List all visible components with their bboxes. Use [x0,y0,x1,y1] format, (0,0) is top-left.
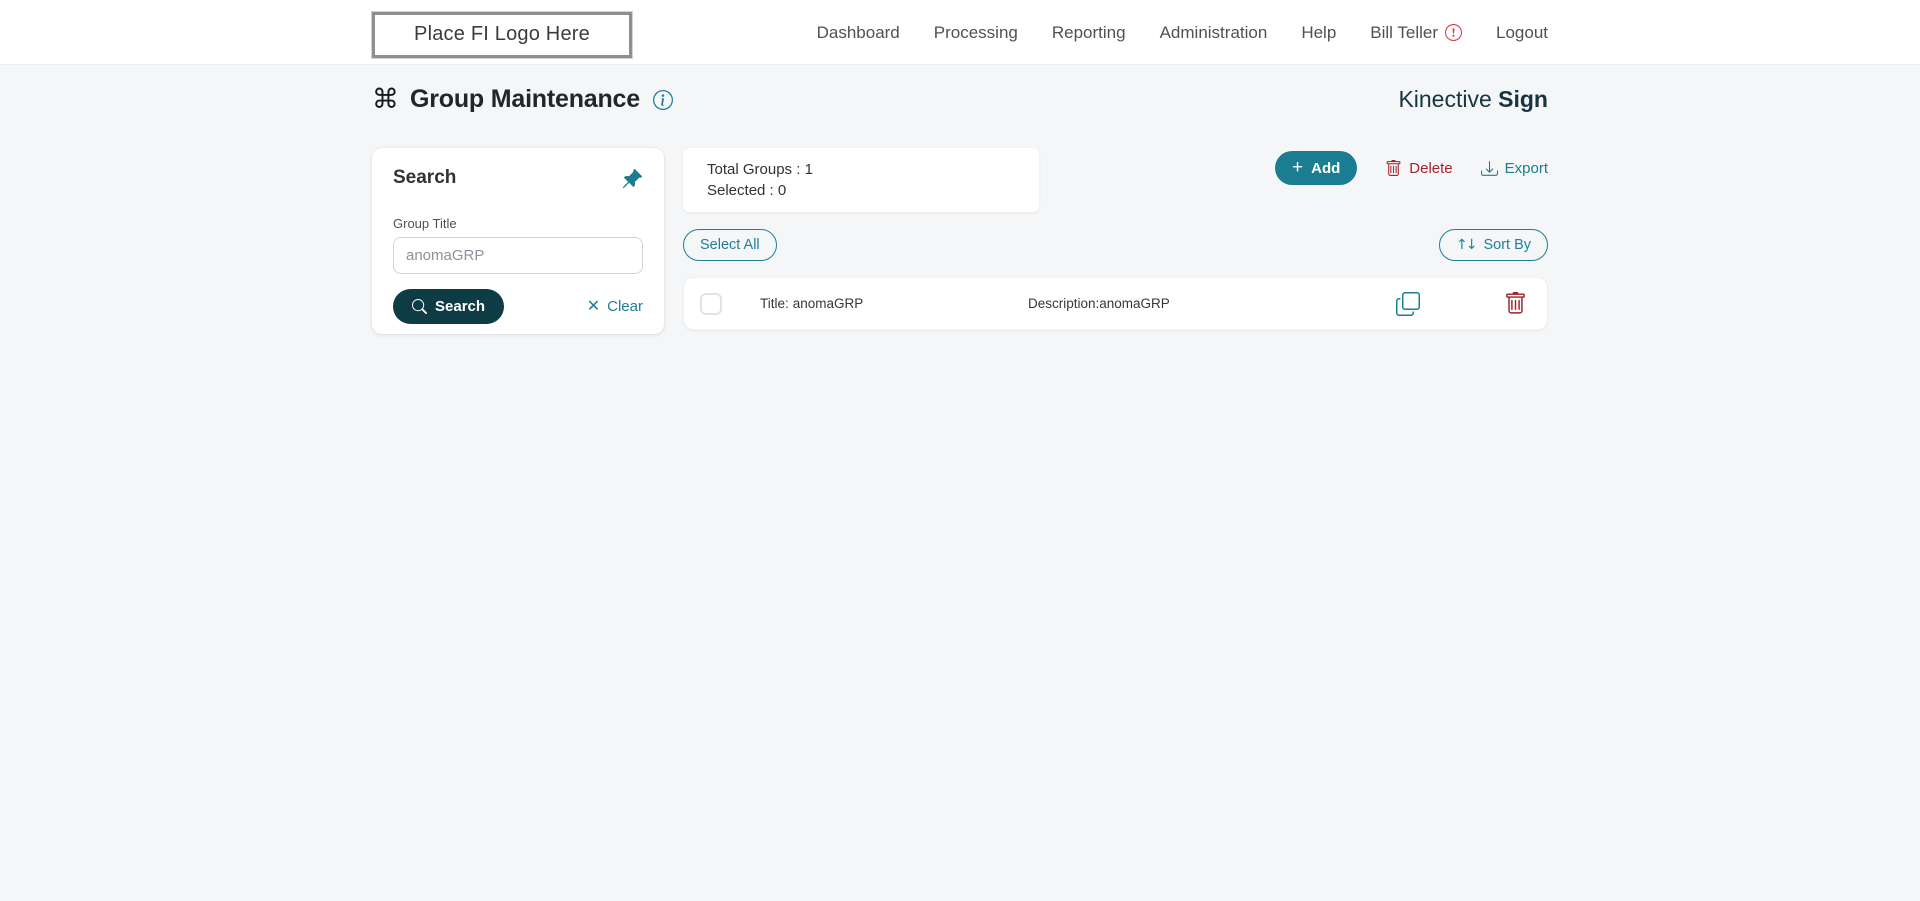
page-title-row: ⌘ Group Maintenance Kinective Sign [372,85,1548,114]
download-icon [1480,160,1498,177]
fi-logo-placeholder: Place FI Logo Here [371,10,633,59]
selected-label: Selected : [707,182,774,199]
user-alert-icon [1445,24,1462,41]
nav-help[interactable]: Help [1301,23,1336,43]
delete-button-label: Delete [1409,159,1453,177]
add-button-label: Add [1311,159,1341,177]
results-top-row: Total Groups : 1 Selected : 0 + Add Dele… [683,148,1548,212]
search-panel: Search Group Title Search [372,148,664,334]
group-title-label: Group Title [393,216,457,231]
group-title-input[interactable] [393,237,643,274]
total-groups-line: Total Groups : 1 [707,159,1015,180]
selected-count-line: Selected : 0 [707,180,1015,201]
clear-button[interactable]: ✕ Clear [587,298,643,315]
group-title-cell: Title: anomaGRP [760,296,1028,311]
brand-product: Sign [1498,86,1548,112]
nav-dashboard[interactable]: Dashboard [817,23,900,43]
group-description-cell-value: anomaGRP [1099,296,1170,311]
total-groups-value: 1 [804,161,813,178]
nav-processing[interactable]: Processing [934,23,1018,43]
main-content: ⌘ Group Maintenance Kinective Sign Searc… [372,85,1548,334]
selected-value: 0 [777,182,787,199]
nav-user-label: Bill Teller [1370,22,1438,42]
group-list: Title: anomaGRP Description:anomaGRP [683,277,1548,330]
results-panel: Total Groups : 1 Selected : 0 + Add Dele… [683,148,1548,330]
group-title-cell-label: Title: [760,296,789,311]
search-panel-title: Search [393,167,457,188]
search-panel-header: Search [393,167,643,195]
brand-wordmark: Kinective Sign [1398,86,1548,113]
select-all-button[interactable]: Select All [683,229,777,261]
copy-group-button[interactable] [1396,291,1420,316]
export-button-label: Export [1504,159,1548,177]
clear-x-icon: ✕ [586,297,601,315]
toolbar: + Add Delete Export [1275,151,1548,185]
header-inner: Place FI Logo Here Dashboard Processing … [371,0,1548,65]
delete-button[interactable]: Delete [1385,159,1453,177]
plus-icon: + [1292,157,1304,178]
sort-arrows-icon: ↑↓ [1455,237,1478,253]
search-icon [412,299,427,314]
page-title: Group Maintenance [410,85,640,113]
sort-by-label: Sort By [1483,237,1531,253]
summary-card: Total Groups : 1 Selected : 0 [683,148,1039,212]
delete-group-button[interactable] [1504,292,1527,315]
nav-reporting[interactable]: Reporting [1052,23,1126,43]
pin-icon[interactable] [621,168,643,195]
group-row: Title: anomaGRP Description:anomaGRP [683,277,1548,330]
main-nav: Dashboard Processing Reporting Administr… [817,23,1548,43]
fi-logo-text: Place FI Logo Here [414,23,590,45]
group-description-cell-label: Description: [1028,296,1100,311]
content-area: Search Group Title Search [372,148,1548,334]
select-all-label: Select All [700,237,760,253]
copy-icon [1396,291,1420,316]
list-controls-row: Select All ↑↓ Sort By [683,229,1548,261]
sort-by-button[interactable]: ↑↓ Sort By [1438,229,1548,261]
group-row-actions [1396,291,1527,316]
add-button[interactable]: + Add [1275,151,1358,185]
page-title-group: ⌘ Group Maintenance [372,85,673,114]
brand-name: Kinective [1398,86,1492,112]
group-title-cell-value: anomaGRP [792,296,864,311]
clear-button-label: Clear [607,298,643,315]
search-button-label: Search [435,298,486,315]
nav-administration[interactable]: Administration [1160,23,1268,43]
search-button[interactable]: Search [393,289,505,324]
trash-icon [1385,159,1402,177]
row-trash-icon [1504,292,1527,315]
group-checkbox[interactable] [700,292,722,315]
search-actions: Search ✕ Clear [393,289,643,324]
top-header: Place FI Logo Here Dashboard Processing … [0,0,1920,65]
info-icon[interactable] [652,89,673,110]
group-maintenance-icon: ⌘ [372,84,399,115]
group-description-cell: Description:anomaGRP [1028,296,1396,311]
export-button[interactable]: Export [1480,159,1548,177]
total-groups-label: Total Groups : [707,161,801,178]
nav-logout[interactable]: Logout [1496,23,1548,43]
nav-user-bill-teller[interactable]: Bill Teller [1370,23,1462,43]
